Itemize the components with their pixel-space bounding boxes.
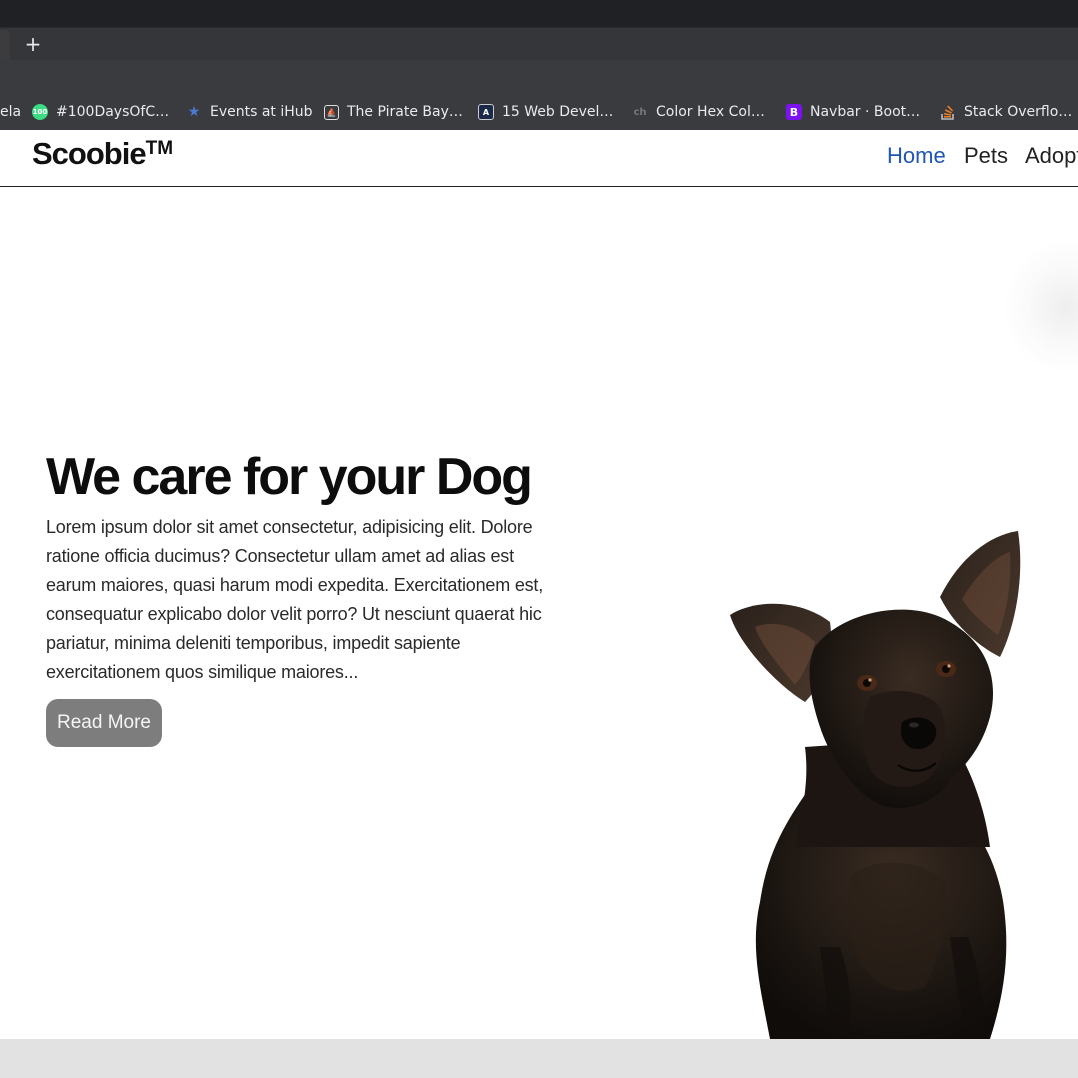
bookmark-item[interactable]: A 15 Web Devel… [478, 94, 613, 130]
bookmark-label: Stack Overflo… [964, 104, 1073, 120]
brand-logo[interactable]: ScoobieTM [32, 136, 173, 172]
site-navbar: ScoobieTM Home Pets Adopt [0, 130, 1078, 187]
browser-tab-strip: + [0, 27, 1078, 61]
100days-icon: 100 [32, 104, 48, 120]
screen: + ela 100 #100DaysOfC… ★ Events at iHub … [0, 0, 1078, 1078]
bookmark-label: 15 Web Devel… [502, 104, 614, 120]
bookmark-label: The Pirate Bay… [347, 104, 463, 120]
hero-section: We care for your Dog Lorem ipsum dolor s… [0, 187, 1078, 1039]
new-tab-button[interactable]: + [22, 32, 44, 56]
bookmark-label: ela [0, 104, 22, 120]
background-glow [1005, 242, 1078, 372]
nav-link-home[interactable]: Home [887, 143, 946, 169]
bootstrap-icon: B [786, 104, 802, 120]
browser-tab[interactable] [0, 30, 10, 61]
bookmark-item[interactable]: B Navbar · Boot… [786, 94, 920, 130]
colorhex-icon: ch [633, 106, 647, 118]
hero-title: We care for your Dog [46, 448, 533, 506]
next-section-strip [0, 1039, 1078, 1078]
read-more-button[interactable]: Read More [46, 699, 162, 747]
bookmark-label: #100DaysOfC… [56, 104, 170, 120]
bookmark-item[interactable]: ⛵ The Pirate Bay… [324, 94, 463, 130]
bookmark-label: Navbar · Boot… [810, 104, 921, 120]
bookmark-label: Events at iHub [210, 104, 313, 120]
bookmark-item[interactable]: ★ Events at iHub [186, 94, 313, 130]
hero-description: Lorem ipsum dolor sit amet consectetur, … [46, 517, 544, 682]
browser-toolbar [0, 60, 1078, 94]
bookmark-label: Color Hex Col… [656, 104, 765, 120]
nav-link-adopt[interactable]: Adopt [1025, 143, 1078, 169]
dev-icon: A [478, 104, 494, 120]
browser-title-bar [0, 0, 1078, 27]
nav-link-pets[interactable]: Pets [964, 143, 1008, 169]
brand-name: Scoobie [32, 136, 147, 171]
stackoverflow-icon [940, 104, 956, 120]
bookmark-item[interactable]: ch Color Hex Col… [632, 94, 765, 130]
bookmark-item[interactable]: ela [0, 94, 21, 130]
dog-image [730, 531, 1021, 1039]
trademark-mark: TM [145, 138, 174, 159]
pirate-ship-icon: ⛵ [324, 104, 339, 120]
bookmark-item[interactable]: Stack Overflo… [940, 94, 1072, 130]
bookmarks-bar: ela 100 #100DaysOfC… ★ Events at iHub ⛵ … [0, 94, 1078, 130]
bookmark-item[interactable]: 100 #100DaysOfC… [32, 94, 169, 130]
star-icon: ★ [187, 104, 201, 120]
